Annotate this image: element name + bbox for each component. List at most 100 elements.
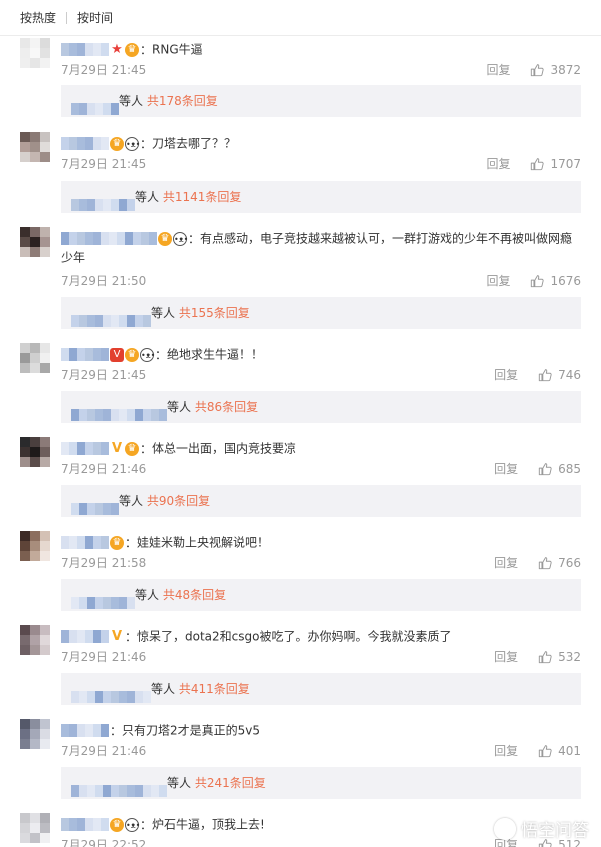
comment-colon: ：: [125, 629, 138, 644]
avatar[interactable]: [20, 813, 50, 843]
comment-colon: ：: [155, 347, 168, 362]
comment-body: ：只有刀塔2才是真正的5v5: [61, 721, 583, 740]
vip-crown-icon: ♛: [158, 231, 172, 246]
reply-users-pixelated[interactable]: [71, 683, 151, 703]
like-count: 1707: [550, 157, 581, 171]
comment-colon: ：: [110, 723, 123, 738]
comment-text: 只有刀塔2才是真正的5v5: [122, 723, 261, 738]
username-pixelated[interactable]: [61, 348, 109, 361]
like-count: 532: [558, 650, 581, 664]
view-replies-link[interactable]: 共178条回复: [147, 94, 218, 108]
reply-users-pixelated[interactable]: [71, 191, 135, 211]
comment-actions: 回复 532: [494, 649, 581, 665]
comment-text: 刀塔去哪了？？: [152, 136, 237, 151]
comment-body: ♛ •ᴥ•：有点感动，电子竞技越来越被认可，一群打游戏的少年不再被叫做网瘾少年: [61, 229, 583, 266]
comment-time: 7月29日 21:46: [61, 650, 147, 664]
reply-summary: 等人 共90条回复: [61, 485, 581, 517]
thumbs-up-icon[interactable]: [538, 744, 552, 758]
username-pixelated[interactable]: [61, 43, 109, 56]
reply-button[interactable]: 回复: [486, 62, 510, 78]
reply-users-pixelated[interactable]: [71, 95, 119, 115]
comment-actions: 回复 766: [494, 555, 581, 571]
vip-crown-icon: ♛: [125, 441, 139, 456]
username-pixelated[interactable]: [61, 818, 109, 831]
comment-colon: ：: [140, 441, 153, 456]
reply-button[interactable]: 回复: [494, 555, 518, 571]
like-count: 1676: [550, 274, 581, 288]
vip-crown-icon: ♛: [125, 42, 139, 57]
thumbs-up-icon[interactable]: [530, 274, 545, 288]
comment-time: 7月29日 21:45: [61, 63, 147, 77]
view-replies-link[interactable]: 共155条回复: [179, 306, 250, 320]
thumbs-up-icon[interactable]: [538, 556, 552, 570]
thumbs-up-icon[interactable]: [538, 650, 552, 664]
thumbs-up-icon[interactable]: [530, 63, 545, 77]
thumbs-up-icon[interactable]: [538, 368, 552, 382]
view-replies-link[interactable]: 共241条回复: [195, 776, 266, 790]
username-pixelated[interactable]: [61, 724, 109, 737]
username-pixelated[interactable]: [61, 536, 109, 549]
vip-crown-icon: ♛: [110, 817, 124, 832]
reply-summary: 等人 共178条回复: [61, 85, 581, 117]
tab-sort-by-heat[interactable]: 按热度: [20, 9, 56, 26]
vip-crown-icon: ♛: [110, 136, 124, 151]
reply-users-pixelated[interactable]: [71, 589, 135, 609]
vip-crown-icon: ♛: [125, 347, 139, 362]
reply-summary: 等人 共48条回复: [61, 579, 581, 611]
avatar[interactable]: [20, 227, 50, 257]
reply-users-pixelated[interactable]: [71, 495, 119, 515]
wukong-logo-icon: [494, 817, 516, 840]
red-star-icon: ★: [111, 41, 123, 57]
comment-time: 7月29日 21:46: [61, 462, 147, 476]
reply-users-pixelated[interactable]: [71, 401, 167, 421]
reply-users-pixelated[interactable]: [71, 307, 151, 327]
reply-button[interactable]: 回复: [494, 649, 518, 665]
reply-button[interactable]: 回复: [486, 156, 510, 172]
comment-text: 体总一出面，国内竞技要凉: [152, 441, 297, 456]
comment-body: V ♛ •ᴥ•：绝地求生牛逼！！: [61, 345, 583, 364]
avatar[interactable]: [20, 343, 50, 373]
tab-sort-by-time[interactable]: 按时间: [77, 9, 113, 26]
avatar[interactable]: [20, 719, 50, 749]
like-count: 746: [558, 368, 581, 382]
view-replies-link[interactable]: 共411条回复: [179, 682, 250, 696]
avatar[interactable]: [20, 625, 50, 655]
reply-suffix: 等人: [167, 400, 192, 414]
reply-summary: 等人 共1141条回复: [61, 181, 581, 213]
view-replies-link[interactable]: 共48条回复: [163, 588, 226, 602]
comment-text: 炉石牛逼，顶我上去!: [152, 817, 265, 832]
view-replies-link[interactable]: 共86条回复: [195, 400, 258, 414]
username-pixelated[interactable]: [61, 442, 109, 455]
comment-colon: ：: [140, 817, 153, 832]
view-replies-link[interactable]: 共90条回复: [147, 494, 210, 508]
tab-divider: [66, 11, 68, 24]
reply-suffix: 等人: [135, 588, 160, 602]
reply-summary: 等人 共241条回复: [61, 767, 581, 799]
comment-colon: ：: [140, 42, 153, 57]
thumbs-up-icon[interactable]: [530, 157, 545, 171]
view-replies-link[interactable]: 共1141条回复: [163, 190, 242, 204]
reply-button[interactable]: 回复: [494, 367, 518, 383]
vip-crown-icon: ♛: [110, 535, 124, 550]
comment-body: V ：惊呆了，dota2和csgo被吃了。办你妈啊。今我就没素质了: [61, 627, 583, 646]
avatar[interactable]: [20, 437, 50, 467]
comment-actions: 回复 746: [494, 367, 581, 383]
reply-button[interactable]: 回复: [494, 743, 518, 759]
reply-button[interactable]: 回复: [494, 461, 518, 477]
avatar[interactable]: [20, 132, 50, 162]
username-pixelated[interactable]: [61, 630, 109, 643]
username-pixelated[interactable]: [61, 137, 109, 150]
username-pixelated[interactable]: [61, 232, 157, 245]
panda-icon: •ᴥ•: [125, 817, 140, 832]
avatar[interactable]: [20, 38, 50, 68]
thumbs-up-icon[interactable]: [538, 462, 552, 476]
reply-button[interactable]: 回复: [486, 273, 510, 289]
avatar[interactable]: [20, 531, 50, 561]
reply-users-pixelated[interactable]: [71, 777, 167, 797]
reply-summary: 等人 共86条回复: [61, 391, 581, 423]
reply-suffix: 等人: [119, 94, 144, 108]
reply-suffix: 等人: [119, 494, 144, 508]
reply-summary: 等人 共155条回复: [61, 297, 581, 329]
like-count: 3872: [550, 63, 581, 77]
reply-suffix: 等人: [151, 682, 176, 696]
